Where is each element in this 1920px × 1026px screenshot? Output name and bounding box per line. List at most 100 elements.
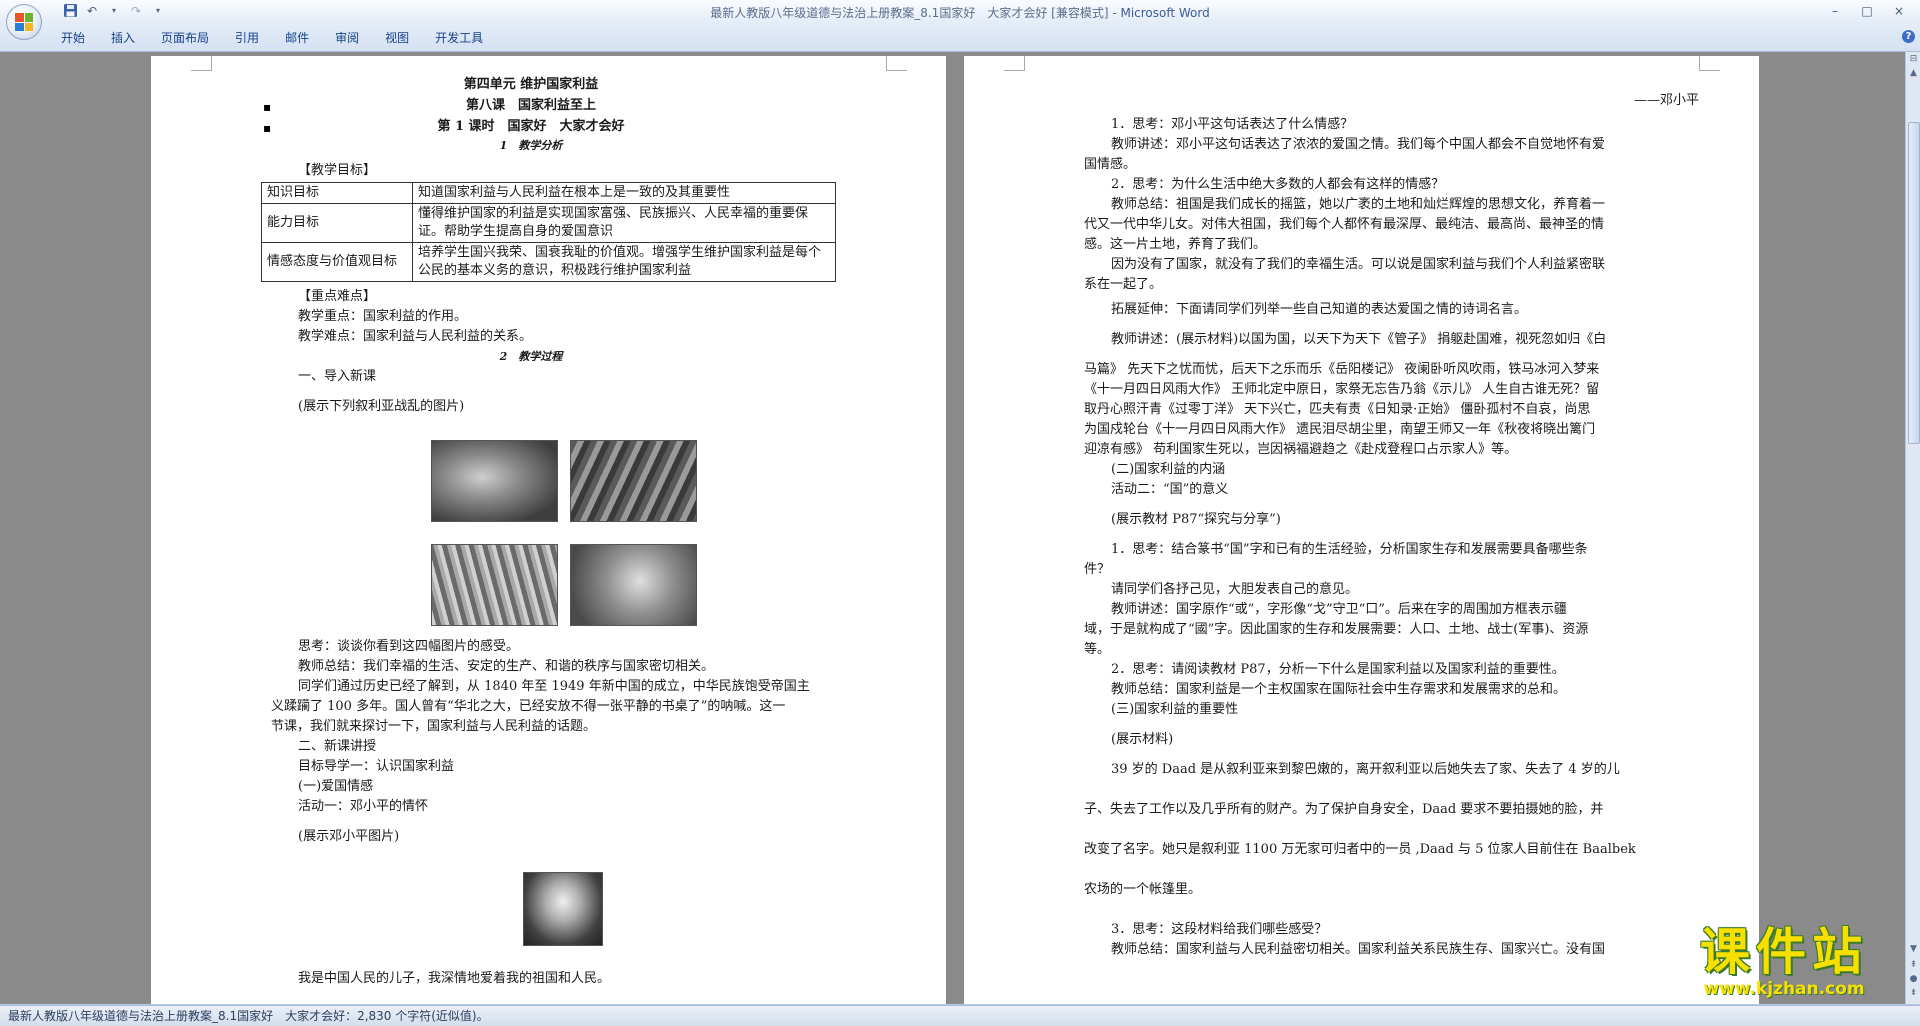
patriot-heading: (一)爱国情感 — [298, 779, 374, 794]
help-icon[interactable]: ? — [1902, 30, 1915, 43]
ruler-toggle-icon[interactable]: ⊟ — [1907, 52, 1920, 66]
table-row: 情感态度与价值观目标 培养学生国兴我荣、国衰我耻的价值观。增强学生维护国家利益是… — [261, 242, 836, 282]
show-deng-note: (展示邓小平图片) — [298, 829, 400, 844]
margin-corner-mark — [191, 56, 212, 71]
paragraph-line: 件？ — [1084, 562, 1111, 577]
previous-page-icon[interactable]: ⇞ — [1907, 958, 1920, 972]
tab-review[interactable]: 审阅 — [322, 30, 372, 46]
paragraph-line: (展示材料) — [1111, 732, 1174, 747]
paragraph-line: 教师讲述：国字原作“或”，字形像“戈”守卫“口”。后来在字的周围加方框表示疆 — [1111, 602, 1567, 617]
syria-photo-child[interactable] — [431, 440, 558, 522]
teacher-summary: 教师总结：我们幸福的生活、安定的生产、和谐的秩序与国家密切相关。 — [298, 659, 715, 674]
paragraph-line: 因为没有了国家，就没有了我们的幸福生活。可以说是国家利益与我们个人利益紧密联 — [1111, 257, 1606, 272]
think-question: 思考：谈谈你看到这四幅图片的感受。 — [298, 639, 520, 654]
tab-developer[interactable]: 开发工具 — [422, 30, 496, 46]
table-cell: 能力目标 — [261, 203, 413, 243]
scroll-down-icon[interactable]: ▼ — [1907, 942, 1920, 956]
paragraph-line: 改变了名字。她只是叙利亚 1100 万无家可归者中的一员 ,Daad 与 5 位… — [1084, 842, 1636, 857]
app-name: Microsoft Word — [1120, 6, 1210, 20]
quote-signature: ——邓小平 — [1633, 93, 1699, 108]
show-pics-note: (展示下列叙利亚战乱的图片) — [298, 399, 465, 414]
table-cell: 培养学生国兴我荣、国衰我耻的价值观。增强学生维护国家利益是每个公民的基本义务的意… — [412, 242, 836, 282]
paragraph-line: 拓展延伸：下面请同学们列举一些自己知道的表达爱国之情的诗词名言。 — [1111, 302, 1528, 317]
table-row: 知识目标 知道国家利益与人民利益在根本上是一致的及其重要性 — [261, 182, 836, 204]
paragraph-line: (二)国家利益的内涵 — [1111, 462, 1226, 477]
document-page-left[interactable]: 第四单元 维护国家利益 ▪ 第八课 国家利益至上 ▪ 第 1 课时 国家好 大家… — [151, 56, 946, 1004]
paragraph-line: 39 岁的 Daad 是从叙利亚来到黎巴嫩的，离开叙利亚以后她失去了家、失去了 … — [1111, 762, 1620, 777]
syria-photo-boat[interactable] — [570, 440, 697, 522]
syria-photo-crowd[interactable] — [431, 544, 558, 626]
margin-corner-mark — [1699, 56, 1720, 71]
section-heading: 2 教学过程 — [499, 350, 563, 363]
paragraph-line: (展示教材 P87“探究与分享”) — [1111, 512, 1281, 527]
paragraph-line: 教师讲述：邓小平这句话表达了浓浓的爱国之情。我们每个中国人都会不自觉地怀有爱 — [1111, 137, 1606, 152]
office-button[interactable] — [6, 4, 42, 40]
ribbon-tabs: 开始 插入 页面布局 引用 邮件 审阅 视图 开发工具 — [48, 30, 496, 46]
document-workspace: 第四单元 维护国家利益 ▪ 第八课 国家利益至上 ▪ 第 1 课时 国家好 大家… — [0, 52, 1905, 1004]
paragraph-line: 域，于是就构成了“國”字。因此国家的生存和发展需要：人口、土地、战士(军事)、资… — [1084, 622, 1589, 637]
quote-text: 我是中国人民的儿子，我深情地爱着我的祖国和人民。 — [298, 971, 611, 986]
goals-heading: 【教学目标】 — [298, 163, 377, 178]
watermark-title: 课件站 — [1700, 923, 1868, 981]
paragraph-line: 教师讲述：(展示材料)以国为国，以天下为天下《管子》 捐躯赴国难，视死忽如归《白 — [1111, 332, 1607, 347]
scrollbar-thumb[interactable] — [1908, 122, 1920, 444]
paragraph-line: 《十一月四日风雨大作》 王师北定中原日，家祭无忘告乃翁《示儿》 人生自古谁无死？… — [1084, 382, 1600, 397]
next-page-icon[interactable]: ⇟ — [1907, 986, 1920, 1000]
goals-table: 知识目标 知道国家利益与人民利益在根本上是一致的及其重要性 能力目标 懂得维护国… — [261, 182, 836, 282]
paragraph-line: 为国戍轮台《十一月四日风雨大作》 遗民泪尽胡尘里，南望王师又一年《秋夜将晓出篱门 — [1084, 422, 1596, 437]
table-cell: 懂得维护国家的利益是实现国家富强、民族振兴、人民幸福的重要保证。帮助学生提高自身… — [412, 203, 836, 243]
paragraph-line: 教师总结：祖国是我们成长的摇篮，她以广袤的土地和灿烂辉煌的思想文化，养育着一 — [1111, 197, 1606, 212]
window-title: 最新人教版八年级道德与法治上册教案_8.1国家好 大家才会好 [兼容模式] - … — [0, 4, 1920, 21]
tab-view[interactable]: 视图 — [372, 30, 422, 46]
status-bar: 最新人教版八年级道德与法治上册教案_8.1国家好 大家才会好：2,830 个字符… — [0, 1005, 1920, 1026]
activity-heading: 活动一：邓小平的情怀 — [298, 799, 429, 814]
window-controls: – □ × — [1820, 2, 1914, 20]
table-cell: 情感态度与价值观目标 — [261, 242, 413, 282]
tab-page-layout[interactable]: 页面布局 — [148, 30, 222, 46]
paragraph-line: 3．思考：这段材料给我们哪些感受？ — [1111, 922, 1328, 937]
paragraph-line: 代又一代中华儿女。对伟大祖国，我们每个人都怀有最深厚、最纯洁、最高尚、最神圣的情 — [1084, 217, 1605, 232]
close-button[interactable]: × — [1884, 2, 1914, 20]
paragraph-line: 2．思考：为什么生活中绝大多数的人都会有这样的情感？ — [1111, 177, 1445, 192]
tab-home[interactable]: 开始 — [48, 30, 98, 46]
tab-insert[interactable]: 插入 — [98, 30, 148, 46]
document-title: 最新人教版八年级道德与法治上册教案_8.1国家好 大家才会好 [兼容模式] - — [710, 6, 1121, 20]
ribbon-tab-bar: 开始 插入 页面布局 引用 邮件 审阅 视图 开发工具 ? — [0, 24, 1920, 52]
paragraph-line: 等。 — [1084, 642, 1111, 657]
minimize-button[interactable]: – — [1820, 2, 1850, 20]
paragraph-line: 同学们通过历史已经了解到，从 1840 年至 1949 年新中国的成立，中华民族… — [298, 679, 810, 694]
syria-photo-refugee[interactable] — [570, 544, 697, 626]
deng-xiaoping-photo[interactable] — [523, 872, 603, 946]
list-bullet: ▪ — [263, 100, 272, 114]
margin-corner-mark — [886, 56, 907, 71]
tab-references[interactable]: 引用 — [222, 30, 272, 46]
tab-mailings[interactable]: 邮件 — [272, 30, 322, 46]
paragraph-line: 农场的一个帐篷里。 — [1084, 882, 1202, 897]
key-point-text: 教学重点：国家利益的作用。 — [298, 309, 468, 324]
title-bar: ↶ ▾ ↷ ▾ 最新人教版八年级道德与法治上册教案_8.1国家好 大家才会好 [… — [0, 0, 1920, 40]
select-browse-object-icon[interactable]: ● — [1907, 972, 1920, 986]
paragraph-line: (三)国家利益的重要性 — [1111, 702, 1239, 717]
paragraph-line: 教师总结：国家利益是一个主权国家在国际社会中生存需求和发展需求的总和。 — [1111, 682, 1567, 697]
section-heading: 1 教学分析 — [499, 139, 563, 152]
paragraph-line: 2．思考：请阅读教材 P87，分析一下什么是国家利益以及国家利益的重要性。 — [1111, 662, 1565, 677]
status-text: 最新人教版八年级道德与法治上册教案_8.1国家好 大家才会好：2,830 个字符… — [8, 1009, 489, 1023]
paragraph-line: 感。这一片土地，养育了我们。 — [1084, 237, 1267, 252]
key-points-heading: 【重点难点】 — [298, 289, 377, 304]
document-page-right[interactable]: ——邓小平 1．思考：邓小平这句话表达了什么情感？ 教师讲述：邓小平这句话表达了浓… — [964, 56, 1759, 1004]
scroll-up-icon[interactable]: ▲ — [1907, 66, 1920, 80]
maximize-button[interactable]: □ — [1852, 2, 1882, 20]
period-title: 第 1 课时 国家好 大家才会好 — [437, 119, 625, 134]
site-watermark: 课件站 www.kjzhan.com — [1668, 925, 1900, 999]
paragraph-line: 请同学们各抒己见，大胆发表自己的意见。 — [1111, 582, 1359, 597]
paragraph-line: 教师总结：国家利益与人民利益密切相关。国家利益关系民族生存、国家兴亡。没有国 — [1111, 942, 1606, 957]
margin-corner-mark — [1004, 56, 1025, 71]
paragraph-line: 节课，我们就来探讨一下，国家利益与人民利益的话题。 — [271, 719, 597, 734]
lesson-title: 第八课 国家利益至上 — [465, 98, 596, 113]
vertical-scrollbar[interactable]: ⊟ ▲ ▼ ⇞ ● ⇟ — [1905, 52, 1920, 1004]
goal-guide: 目标导学一：认识国家利益 — [298, 759, 455, 774]
office-logo-icon — [15, 13, 33, 31]
table-cell: 知识目标 — [261, 182, 413, 204]
list-bullet: ▪ — [263, 121, 272, 135]
watermark-url: www.kjzhan.com — [1703, 979, 1865, 999]
